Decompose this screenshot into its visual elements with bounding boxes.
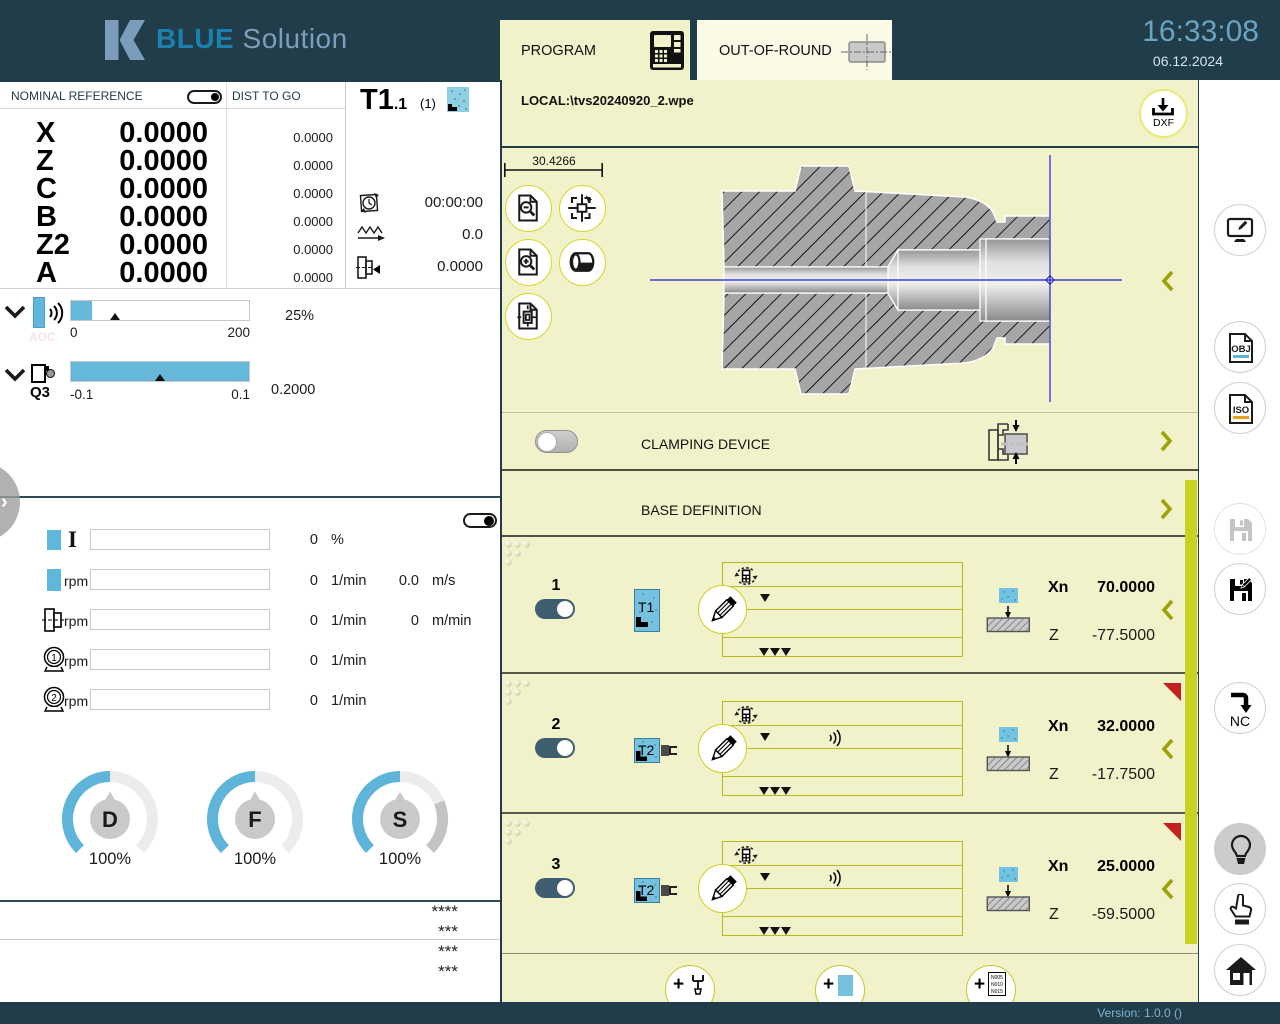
svg-text:2: 2 [51,693,57,704]
svg-text:D: D [102,807,118,832]
svg-text:S: S [393,807,408,832]
svg-text:1: 1 [51,653,57,664]
svg-text:30.4266: 30.4266 [532,154,576,168]
svg-text:100%: 100% [234,850,277,868]
svg-text:OBJ: OBJ [1231,344,1251,355]
svg-text:100%: 100% [379,850,422,868]
svg-text:ISO: ISO [1233,405,1249,416]
svg-text:100%: 100% [89,850,132,868]
svg-text:F: F [248,807,261,832]
